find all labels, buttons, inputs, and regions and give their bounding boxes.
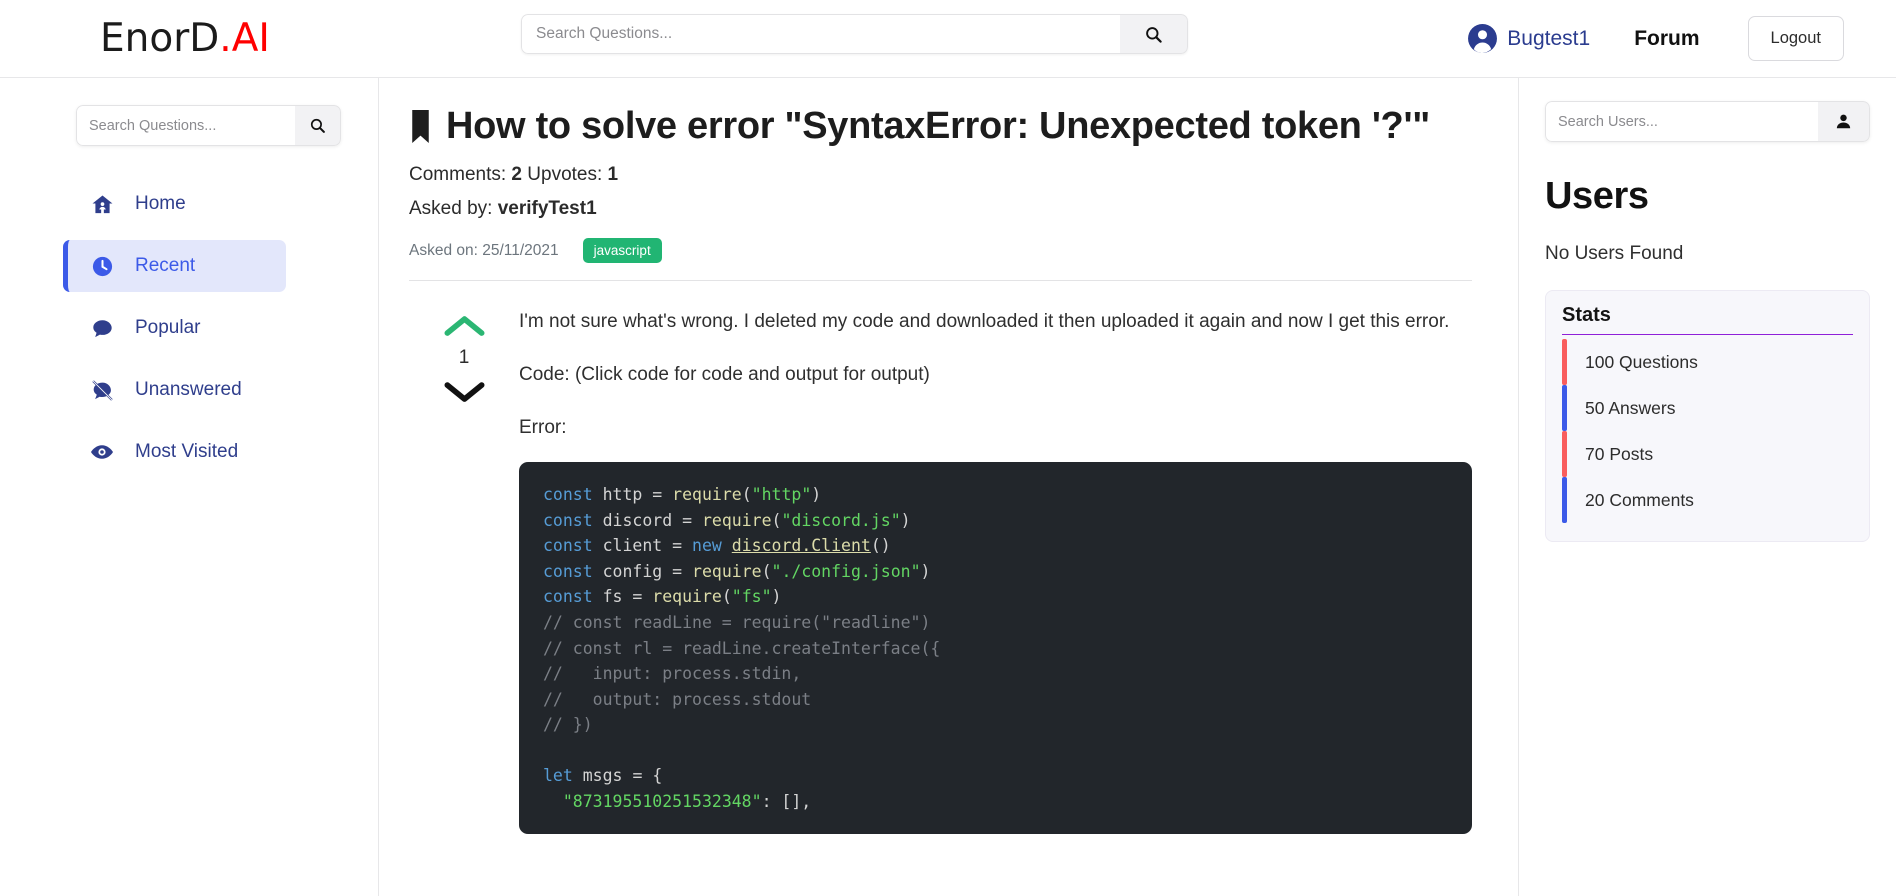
answer-paragraph-3: Error: <box>519 417 567 439</box>
top-header: EnorD.AI Bugtest1 Forum Logout <box>0 0 1896 78</box>
sidebar-item-recent[interactable]: Recent <box>63 240 286 292</box>
comments-count: 2 <box>511 164 522 185</box>
user-search-icon <box>1836 114 1851 129</box>
stat-color-bar <box>1562 339 1567 385</box>
stat-color-bar <box>1562 477 1567 523</box>
downvote-button[interactable] <box>443 378 486 405</box>
answer-content: I'm not sure what's wrong. I deleted my … <box>519 303 1472 835</box>
bookmark-icon <box>409 110 432 143</box>
forum-link[interactable]: Forum <box>1634 27 1699 51</box>
stat-row-posts: 70 Posts <box>1562 431 1853 477</box>
sidebar-item-popular[interactable]: Popular <box>63 302 286 354</box>
eye-icon <box>89 440 115 464</box>
upvotes-count: 1 <box>607 164 619 185</box>
sidebar-item-label: Home <box>135 193 186 214</box>
header-search-group <box>521 14 1188 54</box>
sidebar-search-group <box>76 105 341 146</box>
sidebar-search-input[interactable] <box>76 105 295 146</box>
logout-button[interactable]: Logout <box>1747 16 1844 61</box>
stat-label: 70 Posts <box>1585 443 1654 464</box>
sidebar-item-unanswered[interactable]: Unanswered <box>63 364 286 416</box>
stats-title: Stats <box>1562 304 1853 335</box>
page-layout: Home Recent Popular <box>0 78 1896 896</box>
answer-paragraph-1: I'm not sure what's wrong. I deleted my … <box>519 311 1450 332</box>
current-user-name: Bugtest1 <box>1507 26 1591 50</box>
comment-slash-icon <box>89 379 115 402</box>
code-block[interactable]: const http = require("http") const disco… <box>519 462 1472 835</box>
asked-by-label: Asked by: <box>409 198 493 219</box>
left-sidebar: Home Recent Popular <box>0 78 379 896</box>
stat-color-bar <box>1562 431 1567 477</box>
sidebar-nav: Home Recent Popular Unanswered Most Visi… <box>0 178 378 478</box>
header-right-group: Bugtest1 Forum Logout <box>1467 16 1844 61</box>
upvotes-label: Upvotes: <box>527 164 603 185</box>
header-search-input[interactable] <box>521 14 1120 54</box>
sidebar-item-label: Unanswered <box>135 379 242 400</box>
tag-badge[interactable]: javascript <box>582 238 662 263</box>
answer-block: 1 I'm not sure what's wrong. I deleted m… <box>409 303 1472 835</box>
stat-row-answers: 50 Answers <box>1562 385 1853 431</box>
question-author-line: Asked by: verifyTest1 <box>409 198 1472 220</box>
chevron-down-icon <box>444 382 484 402</box>
vote-controls: 1 <box>409 303 519 834</box>
header-search-button[interactable] <box>1120 14 1188 54</box>
question-counts: Comments: 2 Upvotes: 1 <box>409 164 1472 186</box>
comments-label: Comments: <box>409 164 507 185</box>
page-title: How to solve error "SyntaxError: Unexpec… <box>409 105 1472 148</box>
stat-row-comments: 20 Comments <box>1562 477 1853 523</box>
users-empty-state: No Users Found <box>1545 243 1684 264</box>
answer-paragraph-2[interactable]: Code: (Click code for code and output fo… <box>519 356 1472 393</box>
asked-on-date: Asked on: 25/11/2021 <box>409 241 559 259</box>
question-title-text: How to solve error "SyntaxError: Unexpec… <box>446 105 1430 147</box>
home-icon <box>89 193 115 216</box>
vote-count: 1 <box>458 347 470 368</box>
sidebar-item-label: Popular <box>135 317 201 338</box>
user-search-input[interactable] <box>1545 101 1818 142</box>
asked-by-username[interactable]: verifyTest1 <box>498 198 597 219</box>
search-icon <box>310 118 325 133</box>
section-divider <box>409 280 1472 281</box>
sidebar-item-home[interactable]: Home <box>63 178 286 230</box>
current-user-chip[interactable]: Bugtest1 <box>1467 23 1590 54</box>
stat-row-questions: 100 Questions <box>1562 339 1853 385</box>
search-icon <box>1146 26 1162 43</box>
user-avatar-icon <box>1468 24 1498 53</box>
question-date-row: Asked on: 25/11/2021 javascript <box>409 238 1472 263</box>
stat-color-bar <box>1562 385 1567 431</box>
right-sidebar: Users No Users Found Stats 100 Questions… <box>1518 78 1896 896</box>
logo-text-dark: EnorD <box>100 16 220 61</box>
stat-label: 100 Questions <box>1585 351 1698 372</box>
clock-icon <box>89 255 115 278</box>
user-search-group <box>1545 101 1870 142</box>
upvote-button[interactable] <box>443 312 486 339</box>
sidebar-item-label: Recent <box>135 255 196 276</box>
comment-icon <box>89 317 115 340</box>
app-logo[interactable]: EnorD.AI <box>100 16 270 61</box>
user-search-button[interactable] <box>1818 101 1870 142</box>
stat-label: 20 Comments <box>1585 489 1694 510</box>
main-content: How to solve error "SyntaxError: Unexpec… <box>379 78 1518 896</box>
stat-label: 50 Answers <box>1585 397 1676 418</box>
logo-text-accent: .AI <box>219 16 270 61</box>
chevron-up-icon <box>444 316 484 336</box>
sidebar-search-button[interactable] <box>295 105 341 146</box>
sidebar-item-label: Most Visited <box>135 441 239 462</box>
stats-card: Stats 100 Questions 50 Answers 70 Posts … <box>1545 290 1870 542</box>
sidebar-item-most-visited[interactable]: Most Visited <box>63 426 286 478</box>
users-heading: Users <box>1545 175 1649 217</box>
